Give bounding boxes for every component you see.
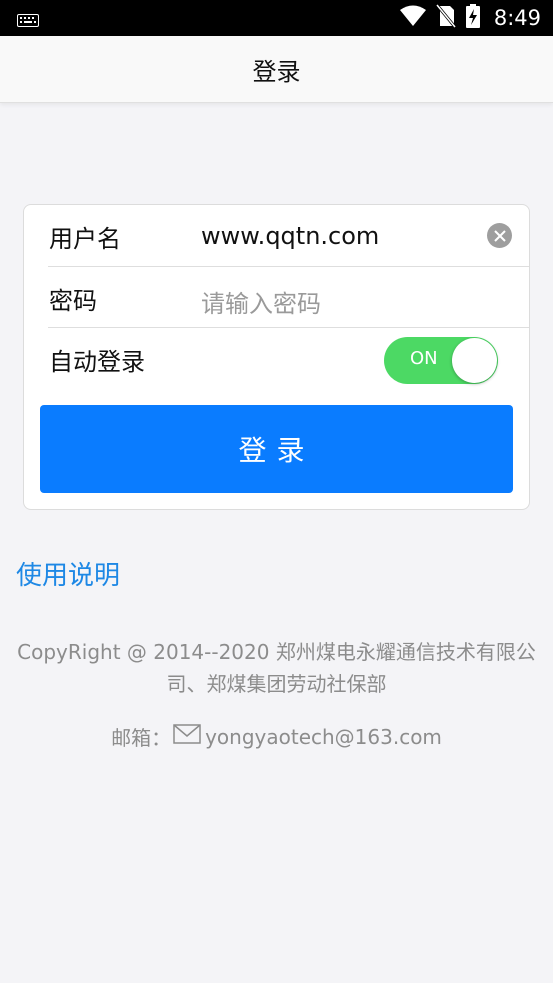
copyright-line: CopyRight @ 2014--2020 郑州煤电永耀通信技术有限公 <box>17 640 536 664</box>
no-sim-icon <box>435 4 456 32</box>
close-icon <box>493 229 506 242</box>
mail-icon <box>173 724 201 749</box>
password-input[interactable]: 请输入密码 <box>201 284 321 319</box>
page-title: 登录 <box>252 57 301 86</box>
email-label: 邮箱： <box>111 726 172 750</box>
battery-charging-icon <box>465 4 480 32</box>
auto-login-toggle[interactable]: ON <box>384 337 498 384</box>
login-form-card: 用户名 www.qqtn.com 密码 请输入密码 自动登录 ON 登录 <box>23 204 530 510</box>
username-input[interactable]: www.qqtn.com <box>201 222 379 250</box>
status-time: 8:49 <box>493 6 541 30</box>
auto-login-row: 自动登录 ON <box>24 328 529 389</box>
keyboard-icon <box>17 12 39 31</box>
toggle-knob <box>452 338 497 383</box>
username-label: 用户名 <box>49 225 121 253</box>
clear-username-button[interactable] <box>487 223 512 248</box>
copyright-text: CopyRight @ 2014--2020 郑州煤电永耀通信技术有限公 司、郑… <box>10 636 543 700</box>
help-link[interactable]: 使用说明 <box>16 555 120 592</box>
email-info: 邮箱： yongyaotech@163.com <box>0 722 553 751</box>
password-row: 密码 请输入密码 <box>24 267 529 328</box>
username-row: 用户名 www.qqtn.com <box>24 205 529 266</box>
status-bar: 8:49 <box>0 0 553 36</box>
toggle-state-label: ON <box>410 348 438 369</box>
copyright-line: 司、郑煤集团劳动社保部 <box>166 672 387 696</box>
password-label: 密码 <box>49 287 97 315</box>
wifi-icon <box>399 5 426 31</box>
nav-bar: 登录 <box>0 36 553 103</box>
login-button[interactable]: 登录 <box>40 405 513 493</box>
email-address: yongyaotech@163.com <box>205 724 442 749</box>
auto-login-label: 自动登录 <box>49 348 145 376</box>
